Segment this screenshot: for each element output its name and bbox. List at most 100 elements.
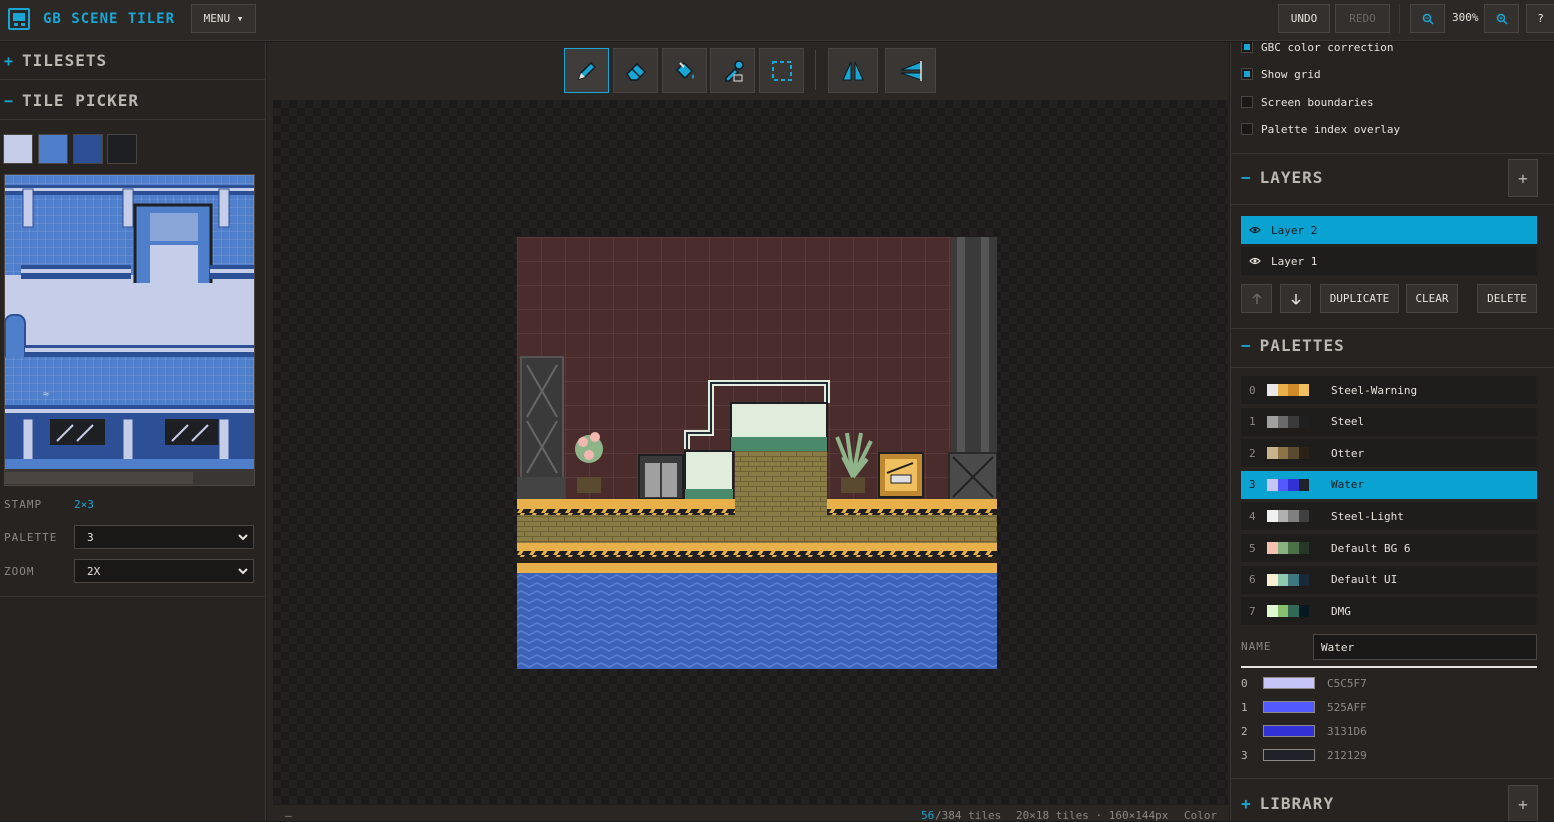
chevron-down-icon [238, 534, 248, 541]
collapse-icon: − [1241, 335, 1252, 355]
zoom-level: 300% [1452, 11, 1479, 24]
palette-color-chip [1277, 605, 1288, 618]
pencil-tool-button[interactable] [564, 48, 609, 93]
color-swatch[interactable] [1263, 701, 1315, 713]
undo-button[interactable]: UNDO [1278, 4, 1330, 33]
svg-text:≈: ≈ [43, 389, 49, 400]
show-grid-option[interactable]: Show grid [1241, 65, 1321, 83]
left-panel: + TILESETS − TILE PICKER ≈ STAMP 2×3 PAL… [0, 42, 266, 821]
chevron-down-icon [238, 568, 248, 575]
checkbox-checked[interactable] [1241, 68, 1253, 80]
palette-color-strip [1267, 384, 1309, 396]
palette-color-strip [1267, 542, 1309, 554]
palette-item[interactable]: 4 Steel-Light [1241, 502, 1537, 531]
palette-index-overlay-option[interactable]: Palette index overlay [1241, 120, 1400, 138]
palette-color-strip [1267, 447, 1309, 460]
palette-color-chip [1298, 510, 1309, 523]
palette-color-chip [1267, 510, 1278, 523]
color-swatch[interactable] [1263, 749, 1315, 761]
flip-vertical-icon [900, 60, 922, 81]
palette-color-chip [1298, 478, 1309, 491]
palette-color-chip [1288, 510, 1299, 523]
redo-button[interactable]: REDO [1335, 4, 1390, 33]
palette-swatch-0[interactable] [3, 134, 33, 164]
flip-horizontal-icon [842, 61, 864, 80]
tileset-preview[interactable]: ≈ [4, 174, 255, 486]
palette-color-chip [1277, 573, 1288, 586]
arrow-up-icon [1251, 292, 1262, 304]
library-header[interactable]: + LIBRARY [1231, 783, 1539, 821]
eye-icon[interactable] [1249, 255, 1263, 268]
palette-item[interactable]: 1 Steel [1241, 407, 1537, 436]
option-label: Show grid [1261, 67, 1321, 81]
palette-item[interactable]: 7 DMG [1241, 597, 1537, 626]
palette-swatch-3[interactable] [107, 134, 137, 164]
eraser-tool-button[interactable] [613, 48, 658, 93]
palette-name: Default BG 6 [1331, 541, 1411, 555]
palette-color-row[interactable]: 2 3131D6 [1241, 722, 1367, 740]
palette-item[interactable]: 3 Water [1241, 470, 1537, 499]
help-button[interactable]: ? [1526, 4, 1554, 33]
zoom-select[interactable]: 2X [74, 559, 254, 583]
gbc-color-correction-option[interactable]: GBC color correction [1241, 42, 1393, 56]
checkbox-unchecked[interactable] [1241, 123, 1253, 135]
palette-item[interactable]: 6 Default UI [1241, 565, 1537, 594]
palette-color-row[interactable]: 1 525AFF [1241, 698, 1367, 716]
eye-icon[interactable] [1249, 224, 1263, 237]
zoom-out-icon [1422, 13, 1434, 25]
zoom-out-button[interactable] [1410, 4, 1445, 33]
zoom-in-button[interactable] [1484, 4, 1519, 33]
add-layer-button[interactable]: + [1508, 159, 1538, 197]
palette-color-chip [1277, 542, 1288, 554]
layer-item-1[interactable]: Layer 1 [1241, 247, 1537, 275]
palette-item[interactable]: 2 Otter [1241, 439, 1537, 468]
zoom-select-value: 2X [87, 564, 101, 578]
palette-item[interactable]: 5 Default BG 6 [1241, 534, 1537, 562]
palette-select[interactable]: 3 [74, 525, 254, 549]
screen-boundaries-option[interactable]: Screen boundaries [1241, 93, 1374, 111]
section-divider [1231, 153, 1554, 154]
tool-divider [815, 50, 816, 90]
fill-tool-button[interactable] [662, 48, 707, 93]
expand-icon: + [1241, 793, 1252, 813]
stamp-label: STAMP [4, 498, 43, 511]
palette-index: 1 [1249, 415, 1256, 429]
scene-canvas-area[interactable] [273, 100, 1228, 805]
add-library-button[interactable]: + [1508, 785, 1538, 821]
menu-button[interactable]: MENU ▾ [191, 4, 256, 33]
color-swatch[interactable] [1263, 677, 1315, 689]
palettes-header[interactable]: − PALETTES [1231, 325, 1539, 365]
palette-swatch-2[interactable] [73, 134, 103, 164]
palette-name-input[interactable]: Water [1313, 634, 1537, 660]
layers-header[interactable]: − LAYERS [1231, 157, 1539, 197]
move-layer-down-button[interactable] [1280, 284, 1311, 313]
delete-layer-button[interactable]: DELETE [1477, 284, 1537, 313]
layer-name: Layer 1 [1271, 254, 1318, 268]
palette-color-chip [1288, 573, 1299, 586]
tileset-scrollbar[interactable] [5, 472, 193, 484]
palette-color-row[interactable]: 3 212129 [1241, 746, 1367, 764]
checkbox-unchecked[interactable] [1241, 96, 1253, 108]
section-divider [1231, 778, 1554, 779]
eyedropper-tool-button[interactable] [710, 48, 755, 93]
palette-item[interactable]: 0 Steel-Warning [1241, 376, 1537, 404]
select-tool-button[interactable] [759, 48, 804, 93]
move-layer-up-button[interactable] [1241, 284, 1272, 313]
flip-horizontal-tool-button[interactable] [828, 48, 878, 93]
tilesets-header[interactable]: + TILESETS [0, 42, 266, 80]
palette-color-row[interactable]: 0 C5C5F7 [1241, 674, 1367, 692]
scene-canvas[interactable] [517, 237, 997, 669]
layer-item-2[interactable]: Layer 2 [1241, 216, 1537, 244]
clear-layer-button[interactable]: CLEAR [1406, 284, 1458, 313]
palette-swatch-1[interactable] [38, 134, 68, 164]
tile-picker-header[interactable]: − TILE PICKER [0, 82, 266, 120]
color-swatch[interactable] [1263, 725, 1315, 737]
checkbox-checked[interactable] [1241, 42, 1253, 53]
flip-vertical-tool-button[interactable] [885, 48, 936, 93]
palette-index: 5 [1249, 541, 1256, 555]
duplicate-layer-button[interactable]: DUPLICATE [1320, 284, 1399, 313]
palette-index: 2 [1249, 446, 1256, 460]
palette-color-chip [1298, 605, 1309, 618]
tiles-used-count: 56 [921, 809, 935, 822]
palette-name: Steel-Warning [1331, 383, 1418, 397]
